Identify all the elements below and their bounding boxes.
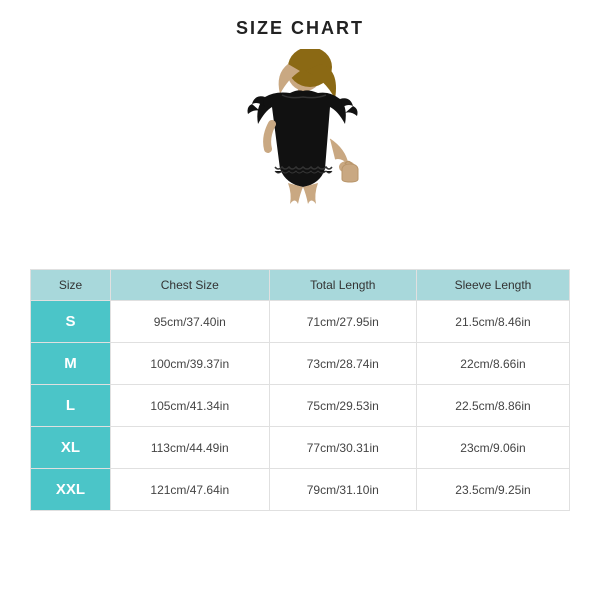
- sleeve-cell: 23cm/9.06in: [416, 427, 569, 469]
- page: SIZE CHART: [0, 0, 600, 600]
- product-image: [200, 49, 400, 259]
- page-title: SIZE CHART: [236, 18, 364, 39]
- table-row: XL113cm/44.49in77cm/30.31in23cm/9.06in: [31, 427, 570, 469]
- sleeve-cell: 23.5cm/9.25in: [416, 469, 569, 511]
- length-cell: 71cm/27.95in: [269, 301, 416, 343]
- table-row: M100cm/39.37in73cm/28.74in22cm/8.66in: [31, 343, 570, 385]
- size-cell: L: [31, 385, 111, 427]
- col-header-sleeve: Sleeve Length: [416, 270, 569, 301]
- col-header-size: Size: [31, 270, 111, 301]
- size-cell: M: [31, 343, 111, 385]
- sleeve-cell: 22cm/8.66in: [416, 343, 569, 385]
- chest-cell: 100cm/39.37in: [111, 343, 270, 385]
- size-cell: XL: [31, 427, 111, 469]
- size-cell: S: [31, 301, 111, 343]
- size-chart-table: Size Chest Size Total Length Sleeve Leng…: [30, 269, 570, 511]
- table-row: L105cm/41.34in75cm/29.53in22.5cm/8.86in: [31, 385, 570, 427]
- length-cell: 73cm/28.74in: [269, 343, 416, 385]
- length-cell: 79cm/31.10in: [269, 469, 416, 511]
- sleeve-cell: 21.5cm/8.46in: [416, 301, 569, 343]
- length-cell: 75cm/29.53in: [269, 385, 416, 427]
- col-header-chest: Chest Size: [111, 270, 270, 301]
- chest-cell: 121cm/47.64in: [111, 469, 270, 511]
- table-row: XXL121cm/47.64in79cm/31.10in23.5cm/9.25i…: [31, 469, 570, 511]
- col-header-length: Total Length: [269, 270, 416, 301]
- table-row: S95cm/37.40in71cm/27.95in21.5cm/8.46in: [31, 301, 570, 343]
- sleeve-cell: 22.5cm/8.86in: [416, 385, 569, 427]
- size-cell: XXL: [31, 469, 111, 511]
- chest-cell: 95cm/37.40in: [111, 301, 270, 343]
- chest-cell: 113cm/44.49in: [111, 427, 270, 469]
- length-cell: 77cm/30.31in: [269, 427, 416, 469]
- chest-cell: 105cm/41.34in: [111, 385, 270, 427]
